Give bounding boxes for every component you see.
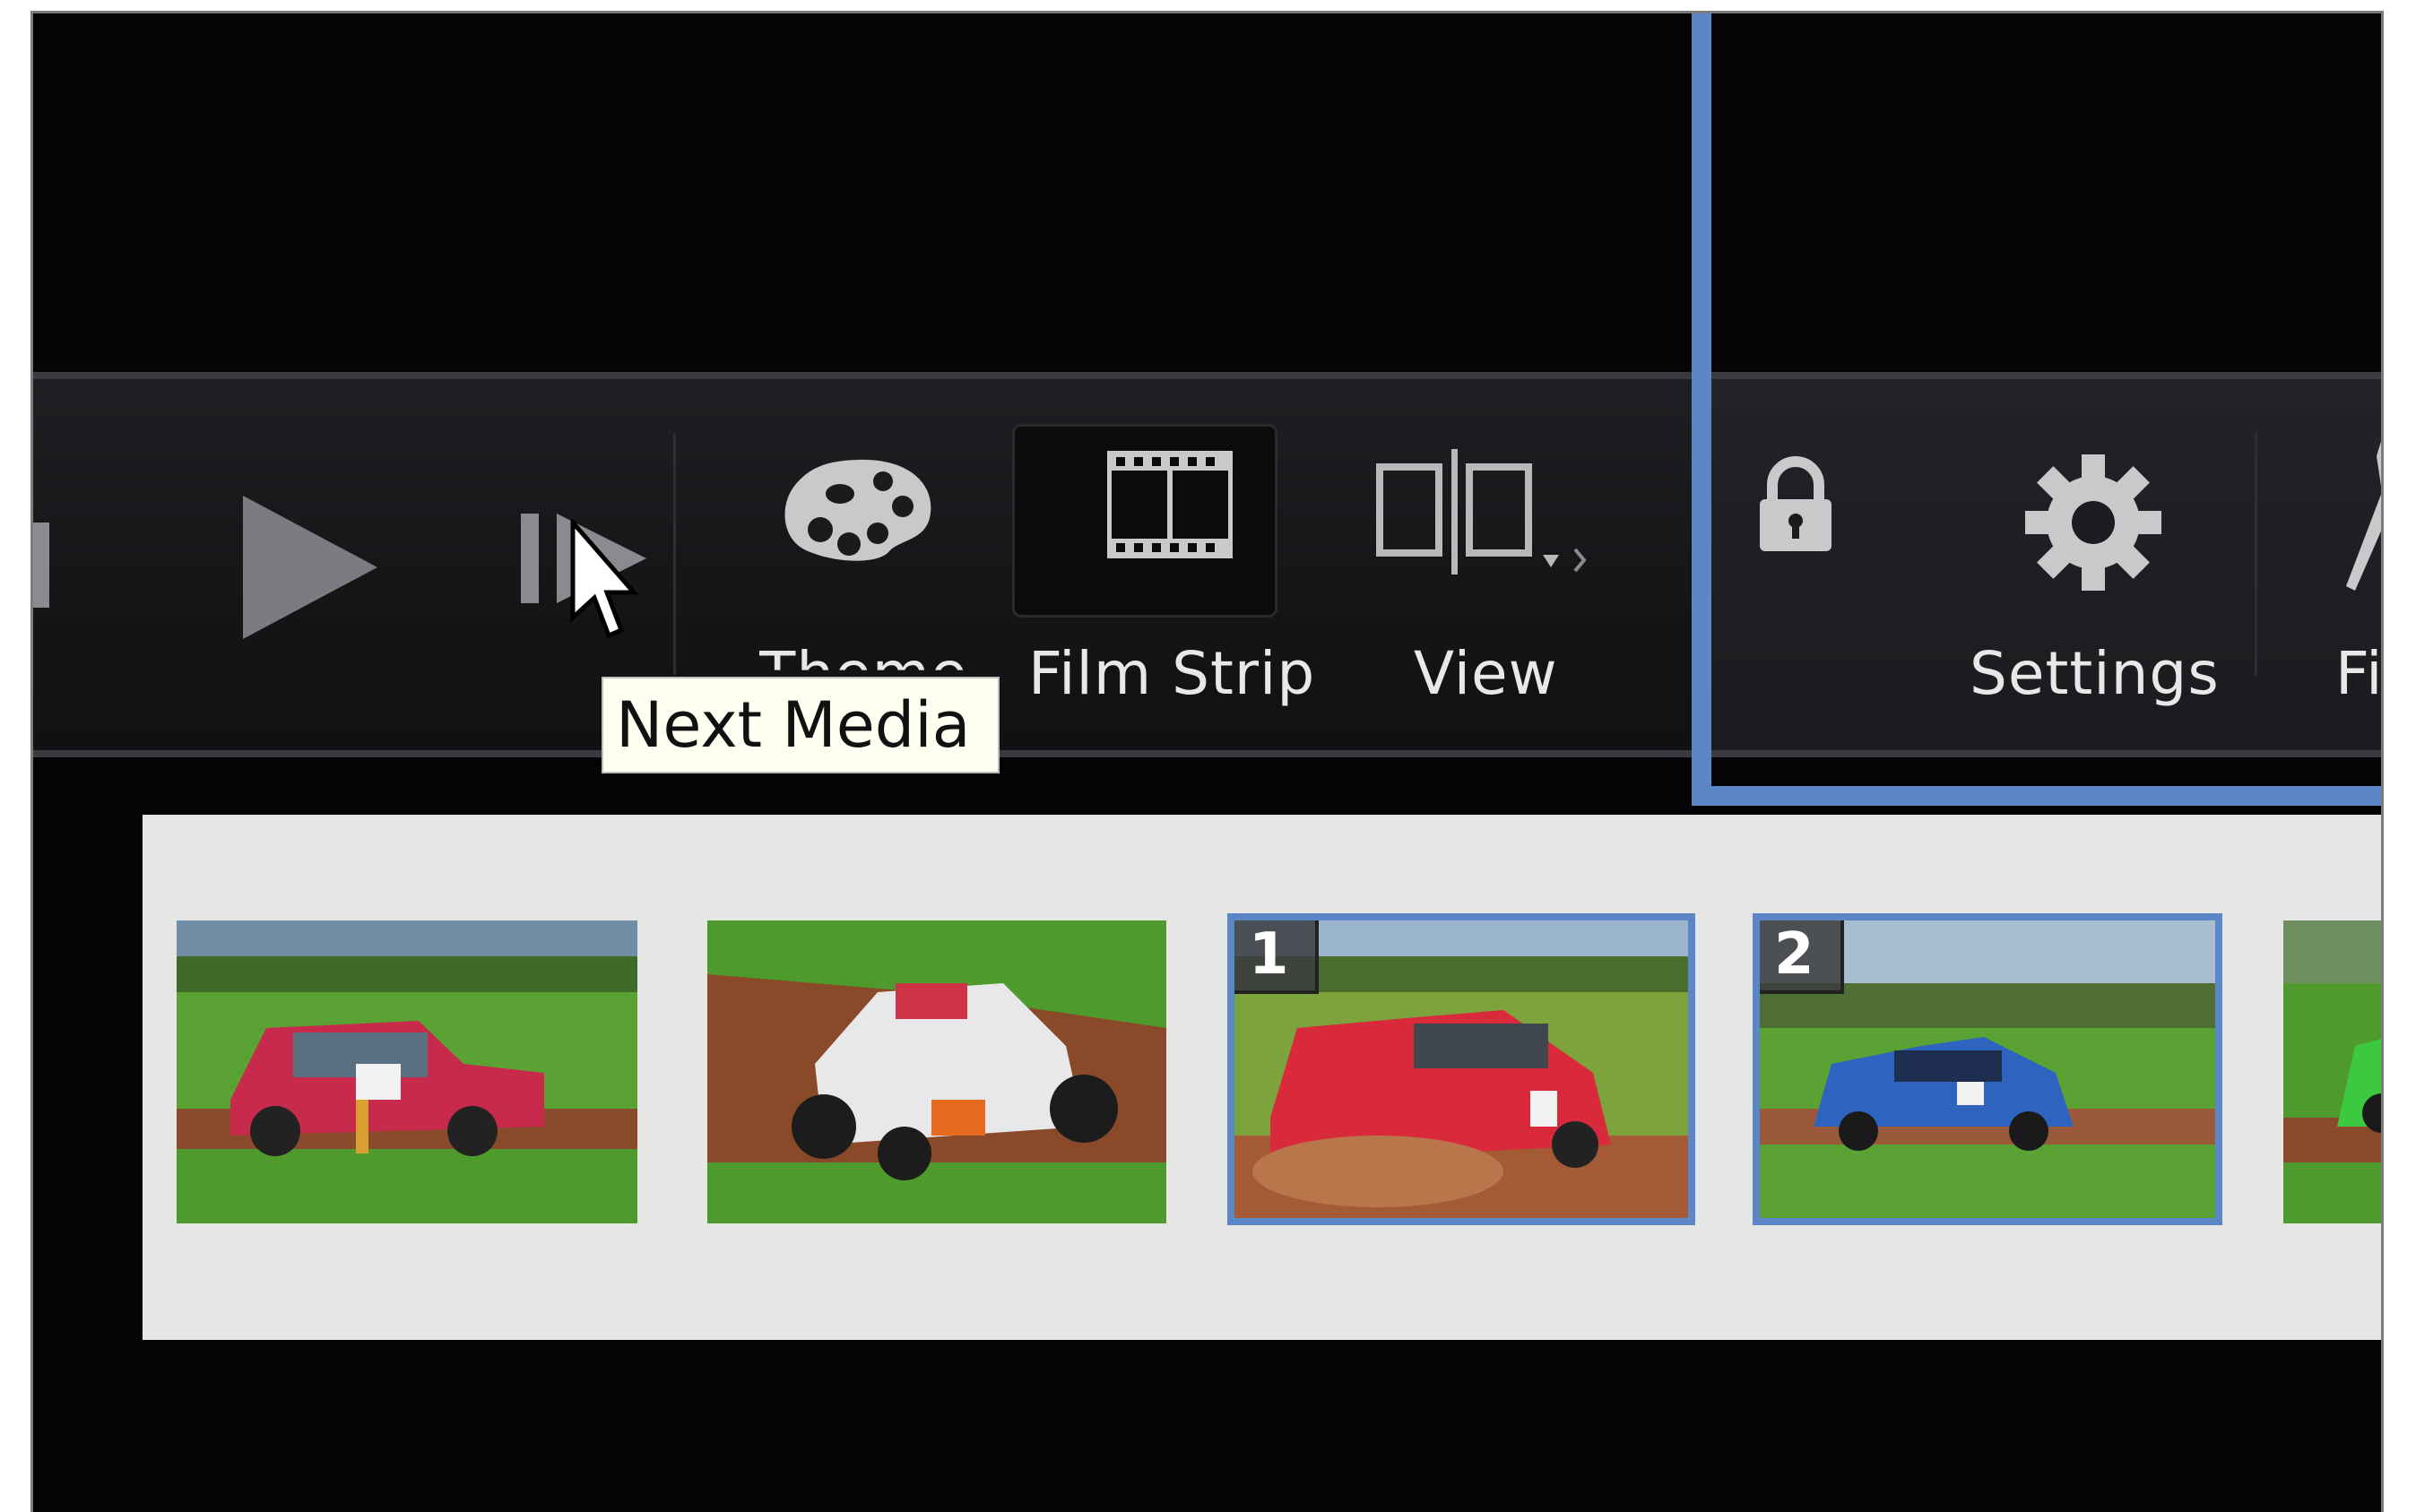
- thumbnail-selected[interactable]: 1: [1227, 913, 1695, 1225]
- film-strip-icon: [1107, 451, 1233, 558]
- thumbnail-badge: 2: [1760, 920, 1844, 994]
- view-button[interactable]: View: [1315, 379, 1674, 750]
- thumbnail[interactable]: [177, 920, 637, 1223]
- previous-icon: [33, 523, 49, 608]
- thumbnail-image: [2283, 920, 2381, 1223]
- thumbnail[interactable]: [707, 920, 1166, 1223]
- thumbnail-image: [707, 920, 1166, 1223]
- thumbnail-image: [177, 920, 637, 1223]
- gear-icon: [2025, 454, 2161, 591]
- toolbar: Theme Film Strip View Settings Fi: [33, 372, 2381, 757]
- lock-icon: [1760, 456, 1831, 551]
- selection-outline-horizontal: [1692, 786, 2381, 806]
- settings-label: Settings: [1970, 639, 2220, 708]
- thumbnail-selected[interactable]: 2: [1753, 913, 2222, 1225]
- mouse-cursor-icon: [570, 519, 639, 639]
- toolbar-separator: [2255, 433, 2257, 675]
- selection-outline-vertical: [1692, 13, 1711, 802]
- settings-button[interactable]: Settings: [1934, 379, 2230, 750]
- film-strip-button[interactable]: Film Strip: [1001, 379, 1314, 750]
- media-viewer-window: Theme Film Strip View Settings Fi 1 2 Ne…: [30, 11, 2384, 1512]
- play-icon: [243, 496, 377, 639]
- fi-label: Fi: [2335, 639, 2384, 708]
- view-split-icon: [1376, 449, 1587, 575]
- fi-button[interactable]: Fi: [2274, 379, 2384, 750]
- media-preview-area: [33, 13, 2381, 374]
- play-button[interactable]: [195, 379, 401, 750]
- tool-icon: [2346, 441, 2381, 591]
- view-label: View: [1414, 639, 1558, 708]
- toolbar-separator: [673, 433, 676, 675]
- previous-media-button[interactable]: [33, 379, 87, 750]
- film-strip-label: Film Strip: [1028, 639, 1316, 708]
- lock-button[interactable]: [1719, 379, 1880, 750]
- film-strip-panel: 1 2: [143, 815, 2381, 1340]
- palette-icon: [784, 459, 931, 561]
- thumbnail[interactable]: [2283, 920, 2381, 1223]
- next-media-tooltip: Next Media: [602, 677, 1000, 773]
- thumbnail-badge: 1: [1234, 920, 1319, 994]
